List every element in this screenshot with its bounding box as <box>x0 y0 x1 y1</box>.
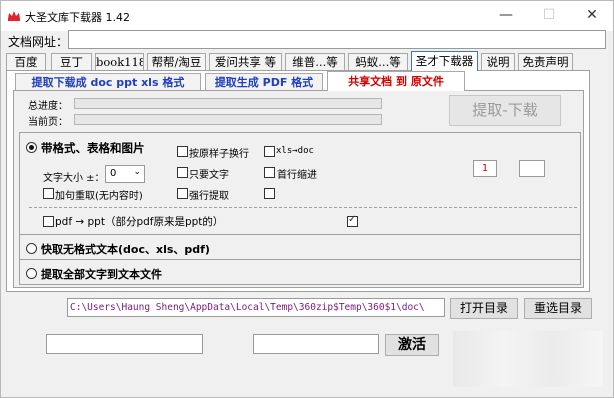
font-size-select[interactable]: 0 ⌄ <box>105 165 145 183</box>
checkbox-reload[interactable] <box>43 188 54 199</box>
app-window: 大圣文库下载器 1.42 — ☐ ✕ 文档网址： 百度 豆丁 book118 帮… <box>0 0 614 398</box>
group-separator-1 <box>19 234 581 235</box>
page-from-input[interactable]: 1 <box>473 160 497 177</box>
close-button[interactable]: ✕ <box>577 4 607 26</box>
tab-disclaimer[interactable]: 免责声明 <box>518 53 573 71</box>
radio-with-format-label: 带格式、表格和图片 <box>41 141 145 155</box>
tab-instructions[interactable]: 说明 <box>481 53 515 71</box>
url-label: 文档网址： <box>8 35 69 49</box>
tab-weipu[interactable]: 维普...等 <box>285 53 345 71</box>
font-size-value: 0 <box>110 168 117 179</box>
reselect-directory-button[interactable]: 重选目录 <box>524 298 592 319</box>
extract-download-button[interactable]: 提取-下载 <box>449 95 561 126</box>
page-to-input[interactable] <box>519 160 545 177</box>
total-progress-label: 总进度： <box>28 101 68 112</box>
window-title: 大圣文库下载器 1.42 <box>25 11 130 24</box>
checkbox-first-indent[interactable] <box>264 167 275 178</box>
tab-shengcai[interactable]: 圣才下载器 <box>411 51 478 71</box>
title-bar: 大圣文库下载器 1.42 — ☐ ✕ <box>1 1 613 31</box>
tab-baidu[interactable]: 百度 <box>6 53 46 71</box>
total-progress-bar <box>74 98 382 109</box>
radio-all-text-label: 提取全部文字到文本文件 <box>41 268 162 281</box>
tab-mayi[interactable]: 蚂蚁...等 <box>348 53 408 71</box>
xls-doc-label: xls→doc <box>276 146 314 156</box>
subtab-pdf[interactable]: 提取生成 PDF 格式 <box>205 73 323 91</box>
reload-label: 加句重取(无内容时) <box>55 191 143 202</box>
radio-plain-text[interactable] <box>26 243 37 254</box>
subtab-doc-ppt-xls[interactable]: 提取下载成 doc ppt xls 格式 <box>15 73 201 91</box>
current-page-progress-bar <box>74 114 382 125</box>
radio-all-text[interactable] <box>26 268 37 279</box>
tab-bangbang-taodou[interactable]: 帮帮/淘豆 <box>147 53 206 71</box>
maximize-button[interactable]: ☐ <box>534 4 564 26</box>
app-logo-icon <box>8 11 20 21</box>
checkbox-extra[interactable] <box>264 188 275 199</box>
force-extract-label: 强行提取 <box>189 191 229 202</box>
pdf-ppt-label: pdf → ppt（部分pdf原来是ppt的） <box>55 216 224 228</box>
tab-book118[interactable]: book118 <box>95 53 144 71</box>
tab-iask[interactable]: 爱问共享 等 <box>209 53 282 71</box>
divider <box>29 207 577 208</box>
chevron-down-icon: ⌄ <box>133 167 141 177</box>
subtab-shared-original[interactable]: 共享文档 到 原文件 <box>327 71 465 91</box>
activation-input-1[interactable] <box>46 334 203 354</box>
text-only-label: 只要文字 <box>189 170 229 181</box>
radio-with-format[interactable] <box>26 142 37 153</box>
checkbox-keep-linebreak[interactable] <box>177 146 188 157</box>
open-directory-button[interactable]: 打开目录 <box>450 298 518 319</box>
activate-button[interactable]: 激活 <box>385 334 439 356</box>
blurred-watermark <box>453 331 603 387</box>
output-path-field[interactable]: C:\Users\Haung Sheng\AppData\Local\Temp\… <box>67 298 445 317</box>
font-size-label: 文字大小 ±： <box>43 173 105 184</box>
checkbox-text-only[interactable] <box>177 167 188 178</box>
current-page-label: 当前页： <box>28 117 68 128</box>
url-input[interactable] <box>68 30 606 49</box>
activation-input-2[interactable] <box>253 334 379 354</box>
group-separator-2 <box>19 259 581 260</box>
tab-docin[interactable]: 豆丁 <box>51 53 92 71</box>
radio-plain-text-label: 快取无格式文本(doc、xls、pdf) <box>41 243 210 256</box>
first-indent-label: 首行缩进 <box>277 170 317 181</box>
keep-linebreak-label: 按原样子换行 <box>189 149 249 160</box>
checkbox-pdf-ppt-right[interactable] <box>347 214 358 227</box>
checkbox-force-extract[interactable] <box>177 188 188 199</box>
checkbox-xls-doc[interactable] <box>264 146 275 157</box>
checkbox-pdf-ppt[interactable] <box>43 216 54 227</box>
minimize-button[interactable]: — <box>491 4 521 26</box>
